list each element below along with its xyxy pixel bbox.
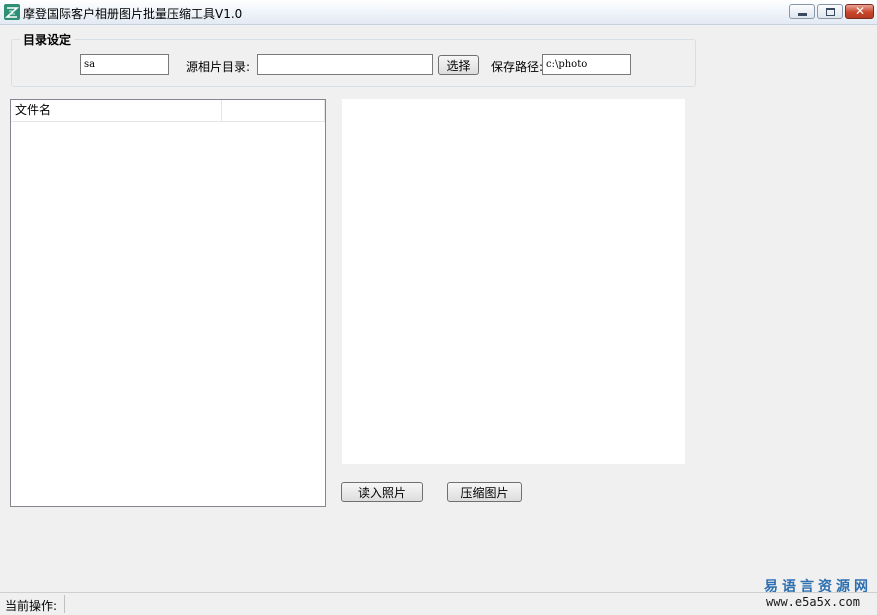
status-separator bbox=[64, 595, 65, 613]
app-icon bbox=[4, 4, 20, 20]
close-button[interactable]: ✕ bbox=[845, 4, 874, 19]
maximize-button[interactable] bbox=[817, 4, 843, 19]
image-preview bbox=[342, 99, 685, 464]
minimize-icon bbox=[798, 13, 807, 16]
compress-images-button[interactable]: 压缩图片 bbox=[447, 482, 522, 502]
group-legend: 目录设定 bbox=[20, 31, 75, 48]
column-header-filename[interactable]: 文件名 bbox=[11, 100, 222, 121]
read-photos-button[interactable]: 读入照片 bbox=[341, 482, 423, 502]
close-icon: ✕ bbox=[855, 4, 866, 18]
save-path-input[interactable] bbox=[542, 54, 631, 75]
status-bar: 当前操作: bbox=[0, 592, 877, 615]
maximize-icon bbox=[826, 8, 835, 16]
save-path-label: 保存路径: bbox=[491, 60, 544, 74]
status-label: 当前操作: bbox=[5, 599, 58, 613]
list-header: 文件名 bbox=[11, 100, 325, 122]
minimize-button[interactable] bbox=[789, 4, 815, 19]
window-title: 摩登国际客户相册图片批量压缩工具V1.0 bbox=[23, 7, 243, 21]
source-dir-input[interactable] bbox=[257, 54, 433, 75]
title-bar: 摩登国际客户相册图片批量压缩工具V1.0 ✕ bbox=[0, 0, 877, 25]
watermark-url: www.e5a5x.com bbox=[766, 595, 860, 609]
column-header-2[interactable] bbox=[222, 100, 325, 121]
name-input[interactable] bbox=[80, 54, 169, 75]
file-list[interactable]: 文件名 bbox=[10, 99, 326, 507]
source-dir-label: 源相片目录: bbox=[186, 60, 251, 74]
choose-button[interactable]: 选择 bbox=[438, 55, 479, 75]
